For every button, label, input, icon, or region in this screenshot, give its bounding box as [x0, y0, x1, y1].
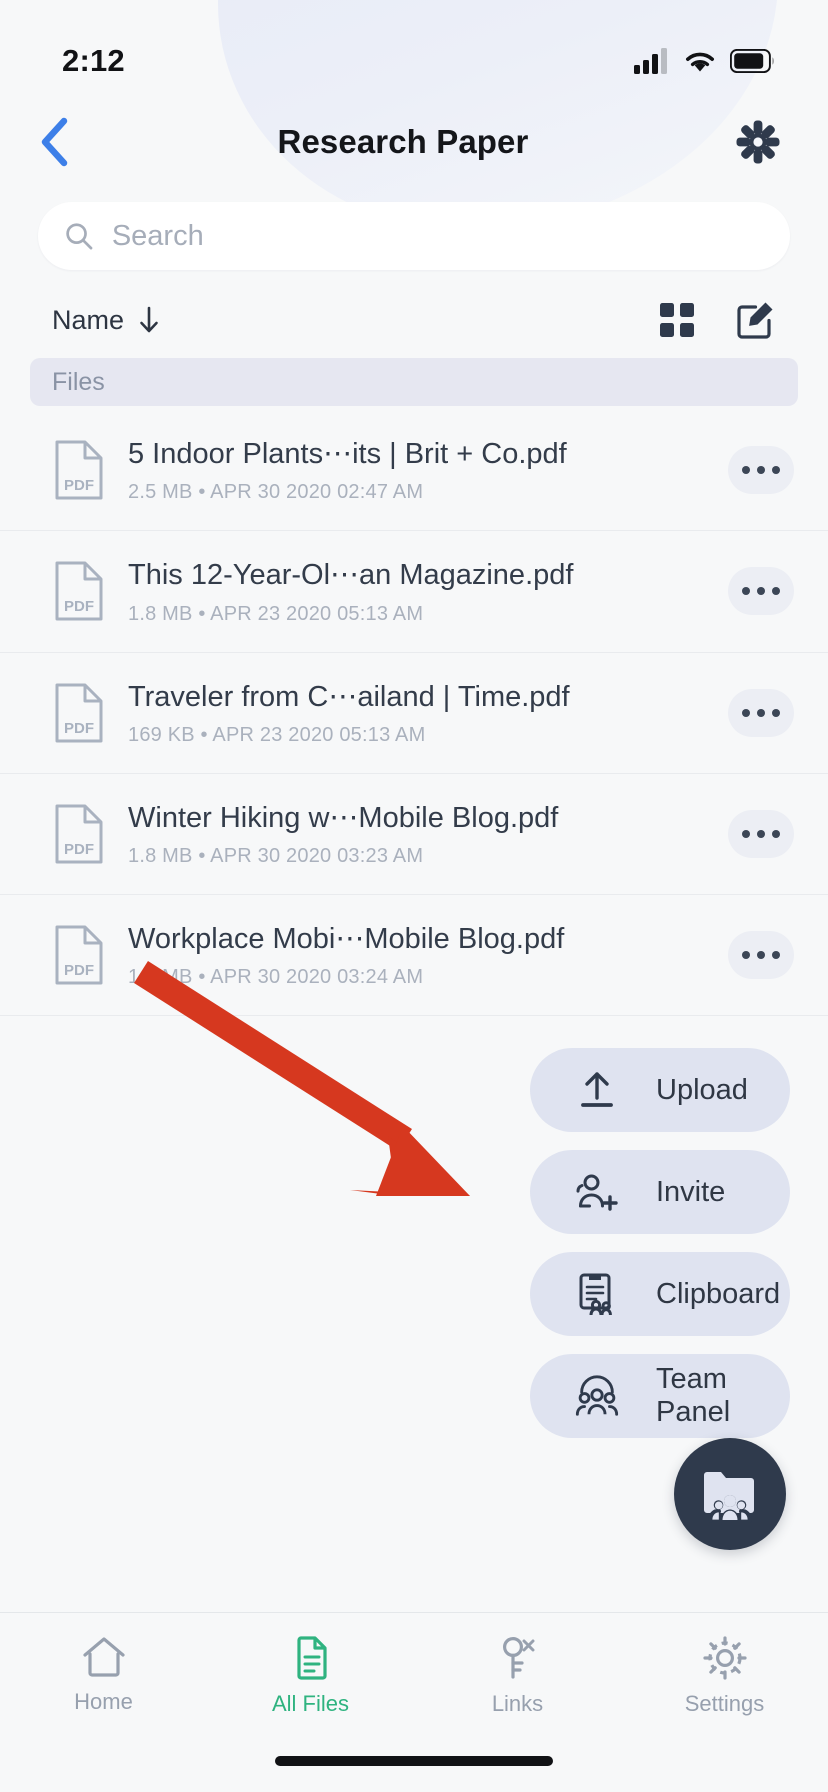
- shared-folder-team-icon: [704, 1472, 754, 1523]
- search-container: [0, 188, 828, 270]
- file-name: This 12-Year-Ol⋯an Magazine.pdf: [128, 559, 574, 592]
- tab-home[interactable]: Home: [0, 1635, 207, 1715]
- status-bar: 2:12: [0, 0, 828, 96]
- svg-text:PDF: PDF: [64, 841, 94, 858]
- sort-button[interactable]: Name: [52, 305, 160, 336]
- back-button[interactable]: [22, 110, 86, 174]
- file-info: 5 Indoor Plants⋯its | Brit + Co.pdf 2.5 …: [106, 436, 728, 504]
- pdf-file-icon: PDF: [52, 683, 106, 743]
- tab-home-label: Home: [74, 1689, 133, 1714]
- tab-links-label: Links: [491, 1691, 544, 1716]
- table-row[interactable]: PDF Winter Hiking w⋯Mobile Blog.pdf 1.8 …: [0, 774, 828, 895]
- more-options-button[interactable]: [728, 446, 794, 495]
- arrow-down-icon: [138, 306, 160, 334]
- search-icon: [66, 223, 93, 250]
- shared-folder-fab[interactable]: [674, 1438, 786, 1550]
- settings-gear-icon: [702, 1636, 747, 1680]
- file-meta: 1.8 MB • APR 30 2020 03:23 AM: [128, 845, 424, 867]
- file-meta: 1.2 MB • APR 30 2020 03:24 AM: [128, 966, 424, 989]
- section-label: Files: [52, 367, 105, 396]
- invite-label: Invite: [656, 1175, 726, 1208]
- tab-settings-label: Settings: [684, 1691, 765, 1716]
- table-row[interactable]: PDF This 12-Year-Ol⋯an Magazine.pdf 1.8 …: [0, 531, 828, 653]
- file-name: Traveler from C⋯ailand | Time.pdf: [128, 680, 570, 713]
- wifi-icon: [686, 52, 714, 72]
- file-meta: 169 KB • APR 23 2020 05:13 AM: [128, 723, 426, 746]
- search-input[interactable]: [111, 219, 764, 253]
- file-info: Winter Hiking w⋯Mobile Blog.pdf 1.8 MB •…: [106, 800, 728, 868]
- gear-icon: [736, 120, 780, 164]
- svg-text:PDF: PDF: [64, 598, 94, 615]
- grid-view-button[interactable]: [660, 303, 694, 337]
- search-bar[interactable]: [38, 202, 790, 270]
- file-name: 5 Indoor Plants⋯its | Brit + Co.pdf: [128, 438, 567, 470]
- file-list: PDF 5 Indoor Plants⋯its | Brit + Co.pdf …: [0, 410, 828, 1017]
- more-options-icon: [742, 466, 750, 475]
- more-options-button[interactable]: [728, 688, 794, 737]
- svg-text:PDF: PDF: [64, 477, 94, 494]
- more-options-button[interactable]: [728, 567, 794, 616]
- upload-label: Upload: [656, 1073, 748, 1106]
- team-panel-label: Team Panel: [656, 1363, 731, 1428]
- status-time: 2:12: [62, 43, 125, 78]
- file-meta: 1.8 MB • APR 23 2020 05:13 AM: [128, 602, 424, 625]
- pdf-file-icon: PDF: [52, 440, 106, 500]
- battery-icon: [730, 49, 774, 73]
- home-icon: [82, 1637, 125, 1677]
- pdf-file-icon: PDF: [52, 804, 106, 864]
- file-info: Traveler from C⋯ailand | Time.pdf 169 KB…: [106, 679, 728, 747]
- invite-button[interactable]: Invite: [530, 1150, 790, 1234]
- list-toolbar: Name: [0, 270, 828, 352]
- settings-button[interactable]: [726, 110, 790, 174]
- tab-settings[interactable]: Settings: [621, 1635, 828, 1717]
- more-options-icon: [742, 708, 750, 717]
- pdf-file-icon: PDF: [52, 561, 106, 621]
- svg-text:PDF: PDF: [64, 720, 94, 737]
- files-document-icon: [296, 1636, 327, 1680]
- table-row[interactable]: PDF Traveler from C⋯ailand | Time.pdf 16…: [0, 653, 828, 774]
- more-options-button[interactable]: [728, 931, 794, 980]
- sort-label: Name: [52, 304, 125, 335]
- more-options-icon: [742, 587, 750, 596]
- compose-edit-icon: [737, 302, 773, 339]
- file-name: Workplace Mobi⋯Mobile Blog.pdf: [128, 923, 565, 955]
- upload-arrow-icon: [574, 1069, 620, 1111]
- page-title: Research Paper: [277, 123, 529, 160]
- section-header-files: Files: [30, 358, 798, 406]
- table-row[interactable]: PDF Workplace Mobi⋯Mobile Blog.pdf 1.2 M…: [0, 895, 828, 1017]
- upload-button[interactable]: Upload: [530, 1048, 790, 1132]
- more-options-icon: [742, 829, 750, 838]
- file-info: Workplace Mobi⋯Mobile Blog.pdf 1.2 MB • …: [106, 921, 728, 989]
- file-meta: 2.5 MB • APR 30 2020 02:47 AM: [128, 481, 424, 504]
- status-indicators: [634, 48, 776, 74]
- tab-all-files[interactable]: All Files: [207, 1635, 414, 1717]
- navigation-bar: Research Paper: [0, 96, 828, 188]
- chevron-left-icon: [41, 117, 68, 167]
- team-group-icon: [574, 1374, 620, 1418]
- quick-actions-panel: Upload Invite Clipboard Team Panel: [530, 1048, 790, 1438]
- team-panel-button[interactable]: Team Panel: [530, 1354, 790, 1438]
- person-add-icon: [574, 1171, 620, 1213]
- view-controls: [660, 300, 788, 340]
- tab-all-files-label: All Files: [271, 1691, 349, 1716]
- clipboard-label: Clipboard: [656, 1277, 781, 1310]
- tab-links[interactable]: Links: [414, 1635, 621, 1717]
- more-options-icon: [742, 951, 750, 960]
- cellular-signal-icon: [634, 48, 667, 74]
- pdf-file-icon: PDF: [52, 925, 106, 985]
- compose-button[interactable]: [736, 300, 776, 340]
- table-row[interactable]: PDF 5 Indoor Plants⋯its | Brit + Co.pdf …: [0, 410, 828, 532]
- svg-text:PDF: PDF: [64, 962, 94, 979]
- more-options-button[interactable]: [728, 809, 794, 858]
- link-key-icon: [502, 1637, 534, 1679]
- clipboard-button[interactable]: Clipboard: [530, 1252, 790, 1336]
- file-name: Winter Hiking w⋯Mobile Blog.pdf: [128, 801, 559, 834]
- grid-view-icon: [660, 303, 694, 337]
- home-indicator: [275, 1756, 553, 1766]
- app-screen: 2:12 Research Paper Search Name Files PD…: [0, 0, 828, 1792]
- file-info: This 12-Year-Ol⋯an Magazine.pdf 1.8 MB •…: [106, 557, 728, 625]
- clipboard-people-icon: [574, 1271, 620, 1317]
